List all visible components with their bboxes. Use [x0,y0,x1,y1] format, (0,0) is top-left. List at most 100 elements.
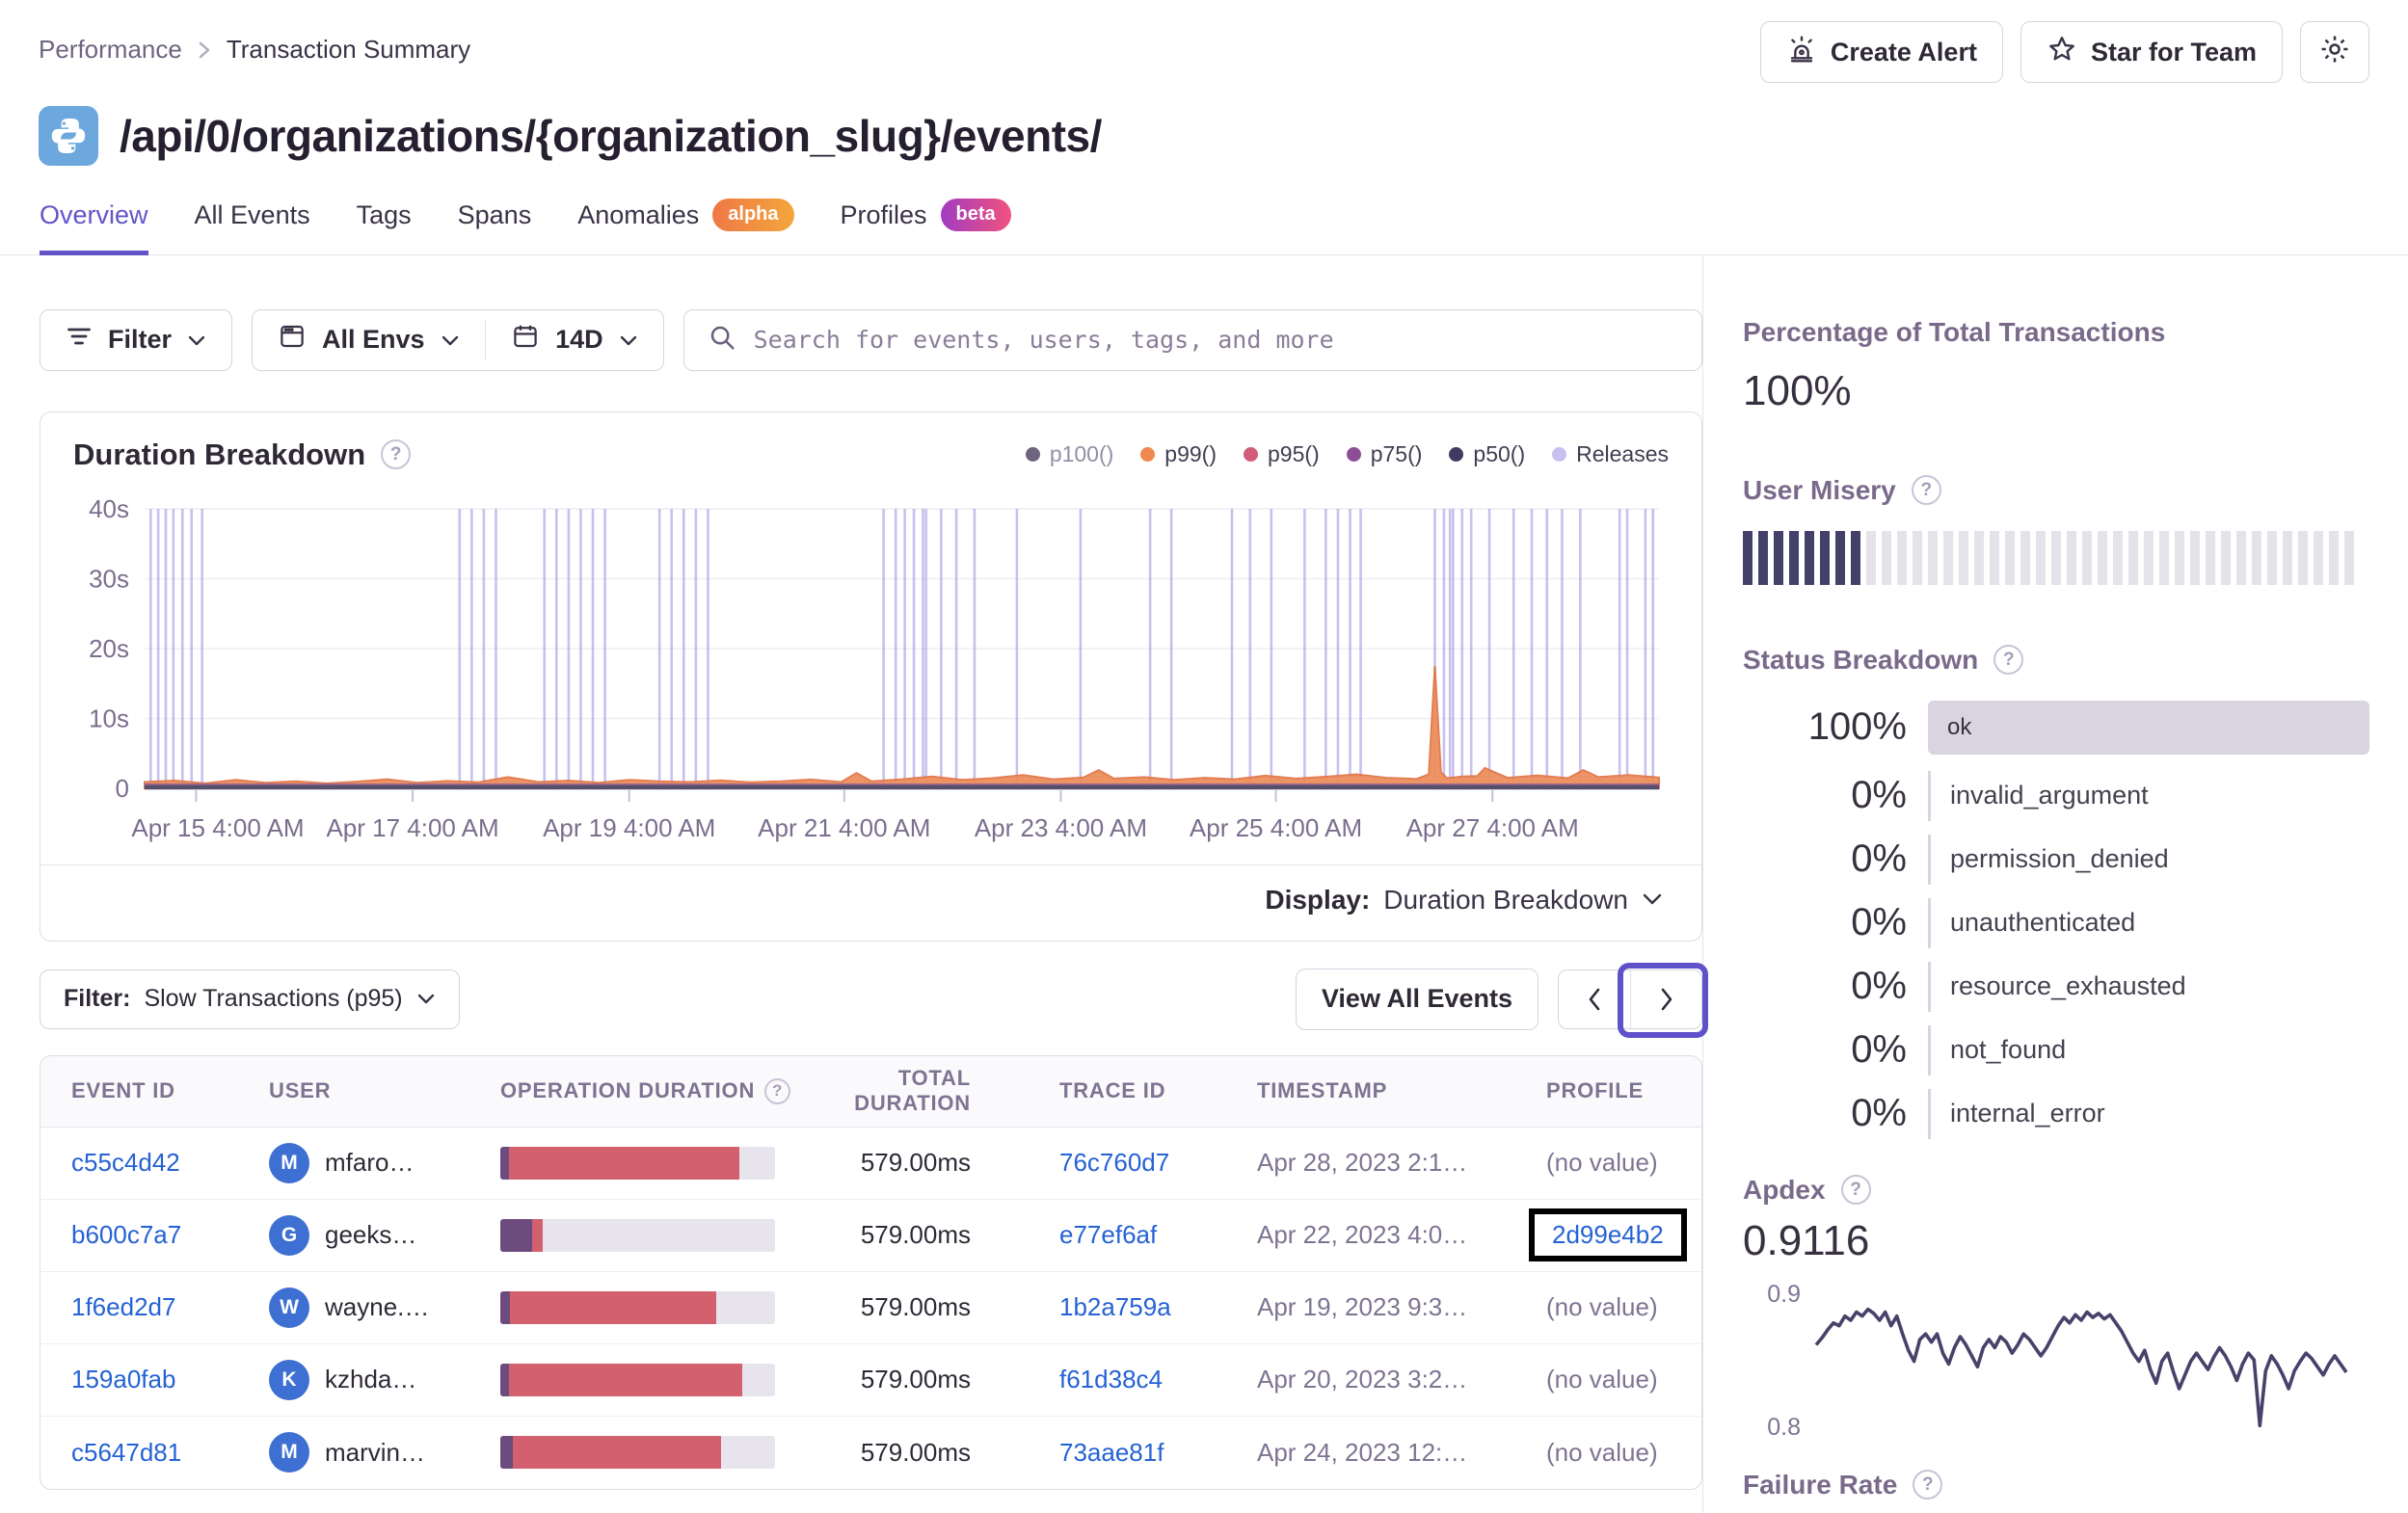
trace-id-link[interactable]: 73aae81f [1059,1438,1164,1467]
help-icon[interactable]: ? [1993,645,2024,675]
status-label: unauthenticated [1950,908,2136,937]
trace-id-link[interactable]: 76c760d7 [1059,1148,1169,1177]
misery-segment [2175,530,2184,585]
legend-item-p95[interactable]: p95() [1244,441,1320,467]
page-title: /api/0/organizations/{organization_slug}… [120,111,1102,161]
legend-item-Releases[interactable]: Releases [1552,441,1669,467]
misery-segment [1835,530,1845,585]
star-for-team-label: Star for Team [2090,37,2257,66]
next-page-button[interactable] [1630,969,1701,1028]
environment-selector[interactable]: All Envs [253,310,485,370]
svg-text:30s: 30s [89,564,129,593]
pct-total-section: Percentage of Total Transactions 100% [1743,317,2369,415]
status-rows: 100% ok 0% invalid_argument 0% permission_den… [1743,700,2369,1139]
column-header-event-id[interactable]: EVENT ID [40,1078,238,1103]
legend-item-p100[interactable]: p100() [1025,441,1113,467]
help-icon[interactable]: ? [1840,1175,1871,1205]
column-header-profile[interactable]: PROFILE [1515,1078,1701,1103]
filter-dropdown[interactable]: Filter [40,308,233,371]
profile-no-value: (no value) [1546,1148,1658,1177]
svg-text:Apr 19 4:00 AM: Apr 19 4:00 AM [543,813,715,842]
tab-spans[interactable]: Spans [458,199,532,255]
timestamp-cell: Apr 20, 2023 3:2… [1257,1365,1468,1394]
legend-dot-icon [1025,447,1040,462]
misery-segment [2283,530,2292,585]
legend-dot-icon [1449,447,1464,462]
misery-segment [1851,530,1860,585]
target-highlight-box: 2d99e4b2 [1529,1208,1687,1261]
column-header-user[interactable]: USER [238,1078,469,1103]
op-segment-purple [500,1146,509,1180]
profile-cell: (no value) [1515,1438,1701,1468]
avatar: M [269,1142,309,1183]
settings-button[interactable] [2300,21,2369,83]
chevron-down-icon [1643,893,1662,905]
profile-cell: (no value) [1515,1292,1701,1322]
misery-segment [1882,530,1891,585]
misery-segment [1913,530,1922,585]
legend-item-p75[interactable]: p75() [1346,441,1423,467]
column-header-total-duration[interactable]: TOTAL DURATION [807,1066,1029,1116]
view-all-events-button[interactable]: View All Events [1295,968,1538,1030]
trace-id-link[interactable]: f61d38c4 [1059,1365,1163,1394]
trace-id-link[interactable]: 1b2a759a [1059,1292,1171,1321]
transactions-filter-dropdown[interactable]: Filter: Slow Transactions (p95) [40,969,460,1029]
legend-label: p50() [1473,441,1526,466]
breadcrumb-performance[interactable]: Performance [39,35,182,65]
previous-page-button[interactable] [1559,970,1630,1028]
create-alert-button[interactable]: Create Alert [1759,21,2003,83]
legend-item-p99[interactable]: p99() [1140,441,1217,467]
chevron-down-icon [417,994,434,1003]
operation-duration-cell [469,1290,807,1324]
events-table: EVENT ID USER OPERATION DURATION? TOTAL DUR… [40,1054,1702,1490]
events-toolbar: Filter: Slow Transactions (p95) View All… [40,962,1708,1038]
operation-duration-bar [500,1436,775,1469]
search-box [682,308,1702,371]
tab-all-events[interactable]: All Events [195,199,310,255]
timestamp-cell: Apr 28, 2023 2:1… [1257,1148,1468,1177]
misery-segment [2082,530,2092,585]
total-duration-cell: 579.00ms [860,1148,971,1177]
svg-text:0: 0 [116,774,129,803]
profile-cell: 2d99e4b2 [1515,1208,1701,1261]
status-bar-full: ok [1928,700,2369,755]
event-id-link[interactable]: 1f6ed2d7 [71,1292,175,1321]
status-bar-zero: invalid_argument [1928,770,2369,821]
star-for-team-button[interactable]: Star for Team [2020,21,2283,83]
event-id-link[interactable]: c5647d81 [71,1438,181,1467]
tab-anomalies[interactable]: Anomalies alpha [577,199,794,255]
event-id-link[interactable]: b600c7a7 [71,1220,181,1249]
legend-item-p50[interactable]: p50() [1449,441,1525,467]
svg-text:20s: 20s [89,634,129,663]
filter-lines-icon [66,325,93,355]
help-icon[interactable]: ? [1913,1470,1943,1500]
event-id-link[interactable]: 159a0fab [71,1365,175,1394]
content: Filter All Envs 14D Search for events, u… [0,254,2408,1513]
column-header-timestamp[interactable]: TIMESTAMP [1226,1078,1515,1103]
help-icon[interactable]: ? [381,439,412,469]
trace-id-link[interactable]: e77ef6af [1059,1220,1157,1249]
status-bar-sliver [1928,770,1931,821]
profile-link[interactable]: 2d99e4b2 [1552,1220,1664,1249]
tab-overview[interactable]: Overview [40,199,148,255]
misery-segment [2314,530,2323,585]
misery-segment [2020,530,2030,585]
help-icon[interactable]: ? [764,1077,791,1104]
help-icon[interactable]: ? [1911,475,1941,505]
status-bar-zero: unauthenticated [1928,897,2369,948]
operation-duration-cell [469,1218,807,1252]
display-dropdown[interactable]: Duration Breakdown [1383,885,1663,916]
date-range-selector[interactable]: 14D [486,310,663,370]
legend-label: Releases [1576,441,1669,466]
event-id-link[interactable]: c55c4d42 [71,1148,180,1177]
breadcrumb-current: Transaction Summary [226,35,471,64]
tab-tags[interactable]: Tags [357,199,412,255]
column-header-trace-id[interactable]: TRACE ID [1029,1078,1226,1103]
legend-label: p75() [1370,441,1423,466]
status-percentage: 0% [1851,965,1907,1007]
search-input[interactable] [753,310,1678,369]
user-misery-section: User Misery ? [1743,475,2369,585]
column-header-operation-duration[interactable]: OPERATION DURATION? [469,1077,807,1104]
tab-profiles[interactable]: Profiles beta [841,199,1011,255]
misery-segment [2005,530,2015,585]
